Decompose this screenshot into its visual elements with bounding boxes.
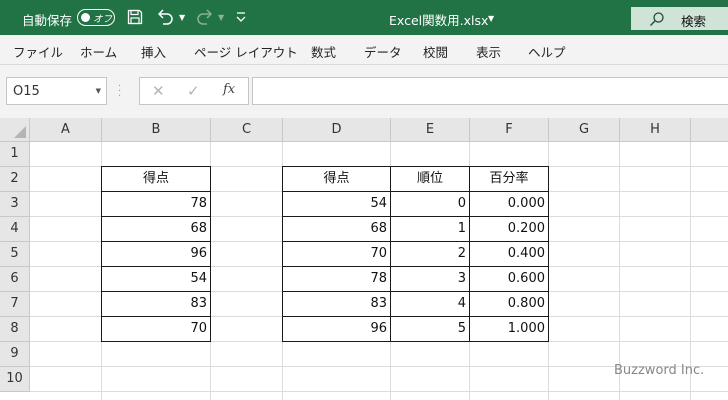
row-header-5[interactable]: 5 <box>0 242 30 267</box>
table2-header-percent[interactable]: 百分率 <box>469 166 549 192</box>
table2-rank-cell[interactable]: 5 <box>390 316 470 342</box>
name-box[interactable]: O15 ▼ <box>6 77 107 105</box>
table2-percent-cell[interactable]: 0.000 <box>469 191 549 217</box>
table2-score-cell[interactable]: 68 <box>282 216 391 242</box>
watermark: Buzzword Inc. <box>614 363 705 378</box>
column-header-d[interactable]: D <box>283 118 391 142</box>
row-header-2[interactable]: 2 <box>0 167 30 192</box>
search-icon <box>650 12 664 26</box>
tab-review[interactable]: 校閲 <box>423 42 448 61</box>
column-header-b[interactable]: B <box>102 118 211 142</box>
table2-rank-cell[interactable]: 3 <box>390 266 470 292</box>
table2-rank-cell[interactable]: 1 <box>390 216 470 242</box>
tab-page-layout[interactable]: ページ レイアウト <box>194 42 298 61</box>
table2-score-cell[interactable]: 70 <box>282 241 391 267</box>
table2-percent-cell[interactable]: 0.400 <box>469 241 549 267</box>
ribbon-tabs: ファイル ホーム 挿入 ページ レイアウト 数式 データ 校閲 表示 ヘルプ <box>0 35 728 65</box>
table2-percent-cell[interactable]: 1.000 <box>469 316 549 342</box>
table2-score-cell[interactable]: 96 <box>282 316 391 342</box>
row-header-8[interactable]: 8 <box>0 317 30 342</box>
table1-cell[interactable]: 54 <box>101 266 211 292</box>
insert-function-icon[interactable]: fx <box>223 82 235 97</box>
table1-cell[interactable]: 70 <box>101 316 211 342</box>
row-header-10[interactable]: 10 <box>0 367 30 392</box>
tab-help[interactable]: ヘルプ <box>528 42 566 61</box>
tab-file[interactable]: ファイル <box>13 42 63 61</box>
table1-cell[interactable]: 68 <box>101 216 211 242</box>
row-header-4[interactable]: 4 <box>0 217 30 242</box>
redo-icon[interactable] <box>196 9 214 25</box>
column-header-partial[interactable] <box>691 118 728 142</box>
table2-rank-cell[interactable]: 2 <box>390 241 470 267</box>
redo-dropdown-icon[interactable]: ▼ <box>218 13 224 22</box>
table1-cell[interactable]: 78 <box>101 191 211 217</box>
table2-score-cell[interactable]: 78 <box>282 266 391 292</box>
name-box-value: O15 <box>13 84 40 99</box>
row-header-1[interactable]: 1 <box>0 142 30 167</box>
row-header-6[interactable]: 6 <box>0 267 30 292</box>
formula-bar-grip-icon[interactable]: · · · <box>118 82 121 102</box>
tab-insert[interactable]: 挿入 <box>141 42 166 61</box>
formula-input[interactable] <box>252 77 728 105</box>
save-icon[interactable] <box>127 9 143 25</box>
table2-header-score[interactable]: 得点 <box>282 166 391 192</box>
title-dropdown-icon[interactable]: ▼ <box>488 14 494 23</box>
customize-toolbar-icon[interactable] <box>236 11 246 23</box>
table2-percent-cell[interactable]: 0.800 <box>469 291 549 317</box>
column-header-e[interactable]: E <box>391 118 470 142</box>
column-header-f[interactable]: F <box>470 118 549 142</box>
tab-data[interactable]: データ <box>364 42 402 61</box>
undo-dropdown-icon[interactable]: ▼ <box>179 13 185 22</box>
undo-icon[interactable] <box>156 9 174 25</box>
formula-bar-area: O15 ▼ · · · ✕ ✓ fx <box>0 65 728 118</box>
table2-score-cell[interactable]: 83 <box>282 291 391 317</box>
search-box[interactable]: 検索 <box>631 7 728 30</box>
title-bar: 自動保存 オフ ▼ ▼ Excel関数用.xlsx ▼ 検索 <box>0 0 728 35</box>
formula-buttons: ✕ ✓ fx <box>139 77 249 105</box>
table1-header-cell[interactable]: 得点 <box>101 166 211 192</box>
tab-formulas[interactable]: 数式 <box>311 42 336 61</box>
document-title[interactable]: Excel関数用.xlsx <box>389 10 488 29</box>
autosave-state: オフ <box>93 14 113 25</box>
row-header-3[interactable]: 3 <box>0 192 30 217</box>
autosave-toggle[interactable]: オフ <box>77 9 115 26</box>
search-label: 検索 <box>681 14 707 29</box>
table2-percent-cell[interactable]: 0.200 <box>469 216 549 242</box>
column-header-c[interactable]: C <box>211 118 283 142</box>
column-header-a[interactable]: A <box>30 118 102 142</box>
tab-view[interactable]: 表示 <box>476 42 501 61</box>
autosave-label: 自動保存 <box>22 13 73 28</box>
tab-home[interactable]: ホーム <box>80 42 117 61</box>
column-header-h[interactable]: H <box>620 118 691 142</box>
column-header-g[interactable]: G <box>549 118 620 142</box>
enter-icon[interactable]: ✓ <box>187 82 200 100</box>
table2-rank-cell[interactable]: 0 <box>390 191 470 217</box>
select-all-corner[interactable] <box>0 118 30 142</box>
cancel-icon[interactable]: ✕ <box>152 82 165 100</box>
row-header-9[interactable]: 9 <box>0 342 30 367</box>
table2-percent-cell[interactable]: 0.600 <box>469 266 549 292</box>
table1-cell[interactable]: 83 <box>101 291 211 317</box>
name-box-dropdown-icon[interactable]: ▼ <box>96 87 101 95</box>
toggle-knob <box>81 13 90 22</box>
table1-cell[interactable]: 96 <box>101 241 211 267</box>
table2-rank-cell[interactable]: 4 <box>390 291 470 317</box>
table2-header-rank[interactable]: 順位 <box>390 166 470 192</box>
table2-score-cell[interactable]: 54 <box>282 191 391 217</box>
row-header-7[interactable]: 7 <box>0 292 30 317</box>
